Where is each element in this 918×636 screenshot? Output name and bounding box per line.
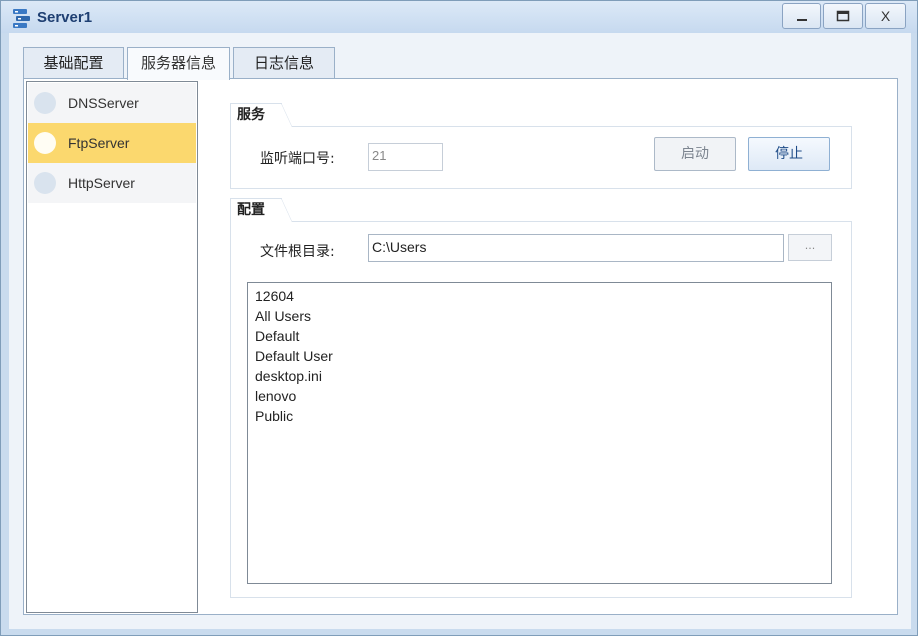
maximize-button[interactable] — [823, 3, 863, 29]
tab-basic-config[interactable]: 基础配置 — [23, 47, 124, 79]
list-item[interactable]: lenovo — [255, 388, 296, 408]
list-item[interactable]: 12604 — [255, 288, 294, 308]
title-bar[interactable]: Server1 X — [1, 1, 917, 33]
tab-server-info[interactable]: 服务器信息 — [127, 47, 230, 80]
server-item-dns[interactable]: DNSServer — [28, 83, 196, 123]
window-title: Server1 — [37, 9, 93, 26]
root-dir-label: 文件根目录: — [260, 244, 335, 260]
list-item[interactable]: Default — [255, 328, 299, 348]
start-button[interactable]: 启动 — [654, 137, 736, 171]
server-app-icon — [13, 9, 30, 28]
status-dot-icon — [34, 92, 56, 114]
status-dot-icon — [34, 172, 56, 194]
port-label: 监听端口号: — [260, 151, 335, 167]
file-list[interactable]: 12604 All Users Default Default User des… — [247, 282, 832, 584]
status-dot-icon — [34, 132, 56, 154]
browse-button[interactable]: ... — [788, 234, 832, 261]
minimize-icon — [796, 19, 807, 21]
list-item[interactable]: All Users — [255, 308, 311, 328]
window-content: 基础配置 服务器信息 日志信息 DNSServer FtpServer Http… — [9, 33, 911, 629]
minimize-button[interactable] — [782, 3, 821, 29]
server-item-http[interactable]: HttpServer — [28, 163, 196, 203]
port-input[interactable]: 21 — [368, 143, 443, 171]
server-item-label: FtpServer — [68, 135, 130, 151]
close-button[interactable]: X — [865, 3, 906, 29]
server-list: DNSServer FtpServer HttpServer — [26, 81, 198, 613]
service-group-title: 服务 — [230, 103, 292, 127]
server-item-label: DNSServer — [68, 95, 139, 111]
server-item-ftp[interactable]: FtpServer — [28, 123, 196, 163]
list-item[interactable]: Public — [255, 408, 293, 428]
tab-log-info[interactable]: 日志信息 — [233, 47, 335, 79]
config-group-title: 配置 — [230, 198, 292, 222]
server-window: Server1 X 基础配置 服务器信息 日志信息 DNSServer FtpS… — [0, 0, 918, 636]
stop-button[interactable]: 停止 — [748, 137, 830, 171]
root-dir-input[interactable]: C:\Users — [368, 234, 784, 262]
server-item-label: HttpServer — [68, 175, 135, 191]
list-item[interactable]: Default User — [255, 348, 333, 368]
list-item[interactable]: desktop.ini — [255, 368, 322, 388]
maximize-icon — [836, 10, 850, 22]
server-info-panel: DNSServer FtpServer HttpServer 服务 监听端口号:… — [23, 78, 898, 615]
